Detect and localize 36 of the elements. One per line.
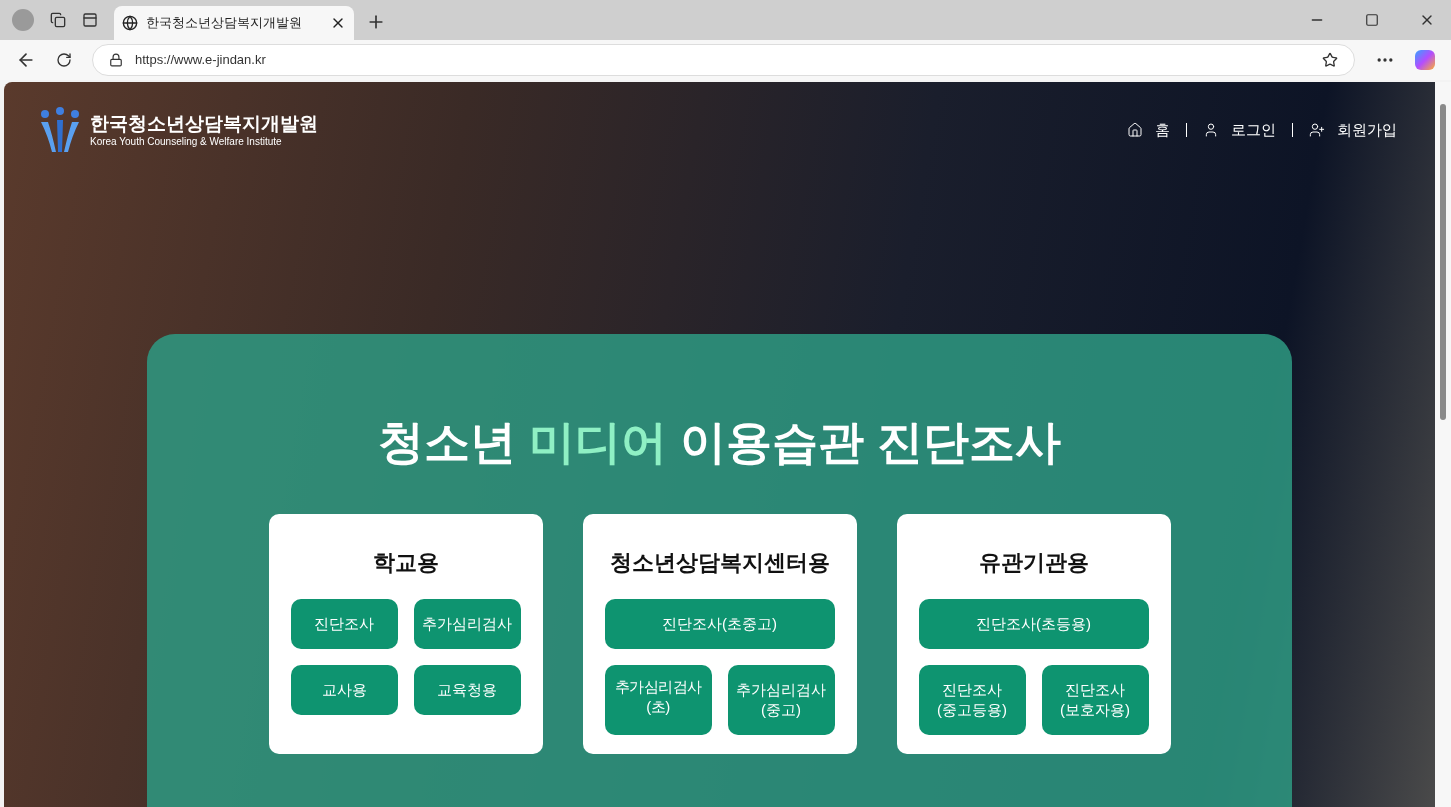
survey-button[interactable]: 진단조사(초등용) — [918, 599, 1149, 649]
survey-button[interactable]: 추가심리검사 (중고) — [727, 665, 835, 735]
survey-button[interactable]: 교육청용 — [413, 665, 521, 715]
user-icon — [1203, 122, 1219, 138]
page-title: 청소년 미디어 이용습관 진단조사 — [378, 415, 1061, 470]
card-title: 청소년상담복지센터용 — [609, 549, 830, 577]
scrollbar[interactable] — [1435, 82, 1451, 807]
workspaces-icon[interactable] — [50, 12, 66, 28]
address-bar[interactable]: https://www.e-jindan.kr — [92, 44, 1355, 76]
survey-button[interactable]: 교사용 — [290, 665, 398, 715]
logo-subtitle: Korea Youth Counseling & Welfare Institute — [90, 136, 283, 148]
browser-tab[interactable]: 한국청소년상담복지개발원 — [114, 6, 354, 40]
card-title: 학교용 — [372, 549, 439, 577]
lock-icon — [109, 53, 123, 67]
reload-icon[interactable] — [56, 52, 72, 68]
copilot-icon[interactable] — [1415, 50, 1435, 70]
favorite-icon[interactable] — [1322, 52, 1338, 68]
survey-button[interactable]: 진단조사 (중고등용) — [918, 665, 1026, 735]
maximize-icon[interactable] — [1365, 13, 1379, 27]
card-title: 유관기관용 — [978, 549, 1089, 577]
globe-icon — [122, 15, 138, 31]
survey-button[interactable]: 추가심리검사 — [413, 599, 521, 649]
survey-button[interactable]: 진단조사 (보호자용) — [1041, 665, 1149, 735]
nav-link[interactable]: 로그인 — [1203, 118, 1276, 142]
logo-name: 한국청소년상담복지개발원 — [90, 112, 318, 136]
nav-link[interactable]: 회원가입 — [1309, 118, 1397, 142]
user-plus-icon — [1309, 122, 1325, 138]
logo-icon — [38, 106, 82, 154]
survey-button[interactable]: 진단조사(초중고) — [604, 599, 835, 649]
nav-link[interactable]: 홈 — [1127, 118, 1170, 142]
tab-actions-icon[interactable] — [82, 12, 98, 28]
survey-button[interactable]: 추가심리검사(초) — [604, 665, 712, 735]
survey-button[interactable]: 진단조사 — [290, 599, 398, 649]
url-text: https://www.e-jindan.kr — [135, 51, 267, 70]
home-icon — [1127, 122, 1143, 138]
tab-title: 한국청소년상담복지개발원 — [146, 14, 303, 33]
